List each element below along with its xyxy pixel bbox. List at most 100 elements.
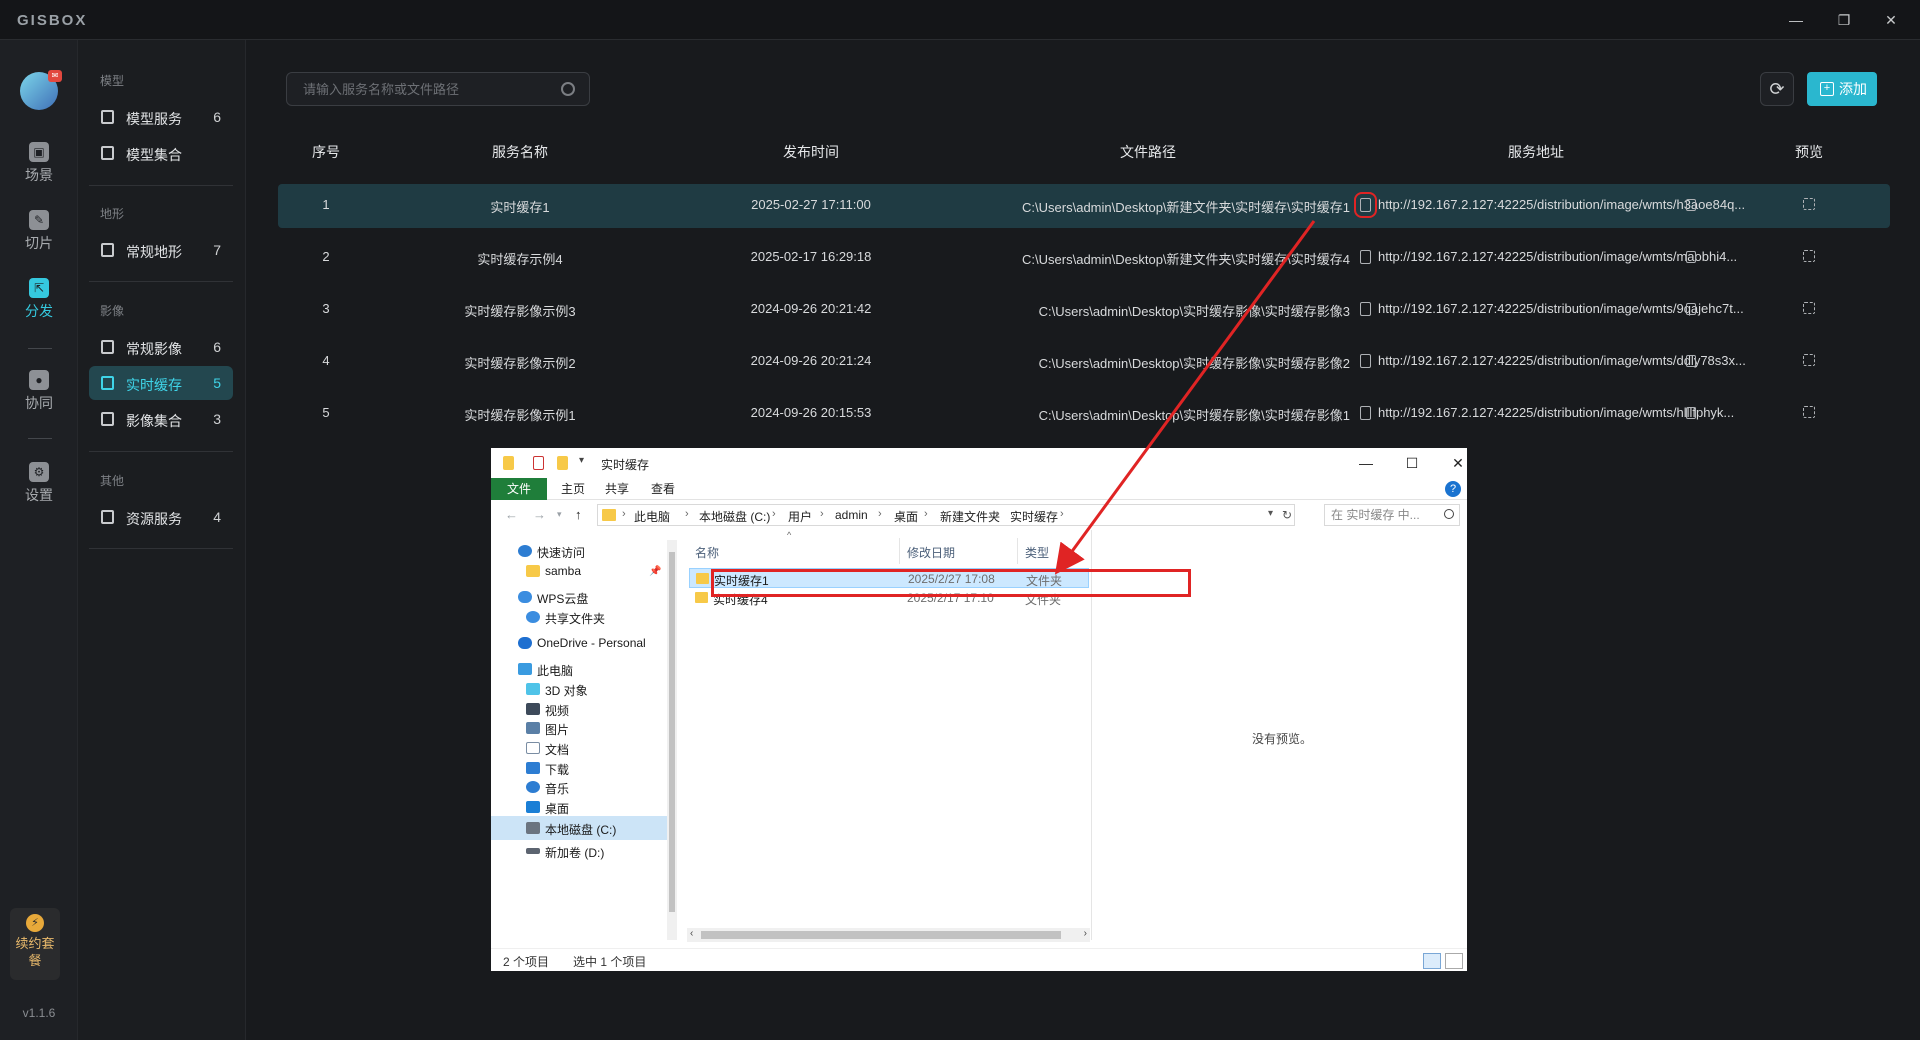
- help-icon[interactable]: ?: [1445, 481, 1461, 497]
- nav-distribute[interactable]: ⇱ 分发: [0, 278, 78, 321]
- table-row[interactable]: 5 实时缓存影像示例1 2024-09-26 20:15:53 C:\Users…: [278, 392, 1890, 436]
- nav-slice[interactable]: ✎ 切片: [0, 210, 78, 253]
- scrollbar-thumb[interactable]: [701, 931, 1061, 939]
- nav-scene[interactable]: ▣ 场景: [0, 142, 78, 185]
- refresh-button[interactable]: ⟳: [1760, 72, 1794, 106]
- nav-documents[interactable]: 文档: [526, 741, 569, 758]
- address-dropdown-icon[interactable]: ▾: [1268, 508, 1273, 519]
- sidebar-item-count: 6: [213, 339, 221, 355]
- chevron-down-icon[interactable]: ▾: [579, 455, 584, 466]
- nav-downloads[interactable]: 下载: [526, 761, 569, 778]
- column-divider[interactable]: [899, 538, 900, 564]
- breadcrumb-new-folder[interactable]: 新建文件夹: [940, 508, 1000, 525]
- explorer-maximize-button[interactable]: ☐: [1397, 452, 1427, 474]
- preview-icon[interactable]: [1803, 406, 1815, 418]
- scrollbar-thumb[interactable]: [669, 552, 675, 912]
- notification-icon[interactable]: ✉: [48, 70, 62, 82]
- nav-label: 视频: [545, 704, 570, 718]
- sidebar-item-realtime-cache[interactable]: 实时缓存 5: [89, 366, 233, 400]
- sidebar-item-imagery[interactable]: 常规影像 6: [89, 330, 233, 364]
- tab-home[interactable]: 主页: [553, 478, 593, 500]
- tab-share[interactable]: 共享: [597, 478, 637, 500]
- preview-icon[interactable]: [1803, 198, 1815, 210]
- recent-chevron-icon[interactable]: ▾: [557, 509, 562, 520]
- nav-music[interactable]: 音乐: [526, 780, 569, 797]
- column-divider[interactable]: [1017, 538, 1018, 564]
- breadcrumb-desktop[interactable]: 桌面: [894, 508, 918, 525]
- sidebar-item-imagery-collection[interactable]: 影像集合 3: [89, 402, 233, 436]
- search-icon[interactable]: [561, 82, 575, 96]
- back-arrow-icon[interactable]: ←: [505, 507, 518, 522]
- renew-plan-button[interactable]: ⚡ 续约套餐: [10, 908, 60, 980]
- open-folder-icon[interactable]: [1360, 302, 1371, 316]
- scroll-right-icon[interactable]: ›: [1084, 928, 1087, 939]
- minimize-button[interactable]: —: [1782, 6, 1810, 34]
- nav-desktop[interactable]: 桌面: [526, 800, 569, 817]
- address-bar[interactable]: › 此电脑 › 本地磁盘 (C:) › 用户 › admin › 桌面 › 新建…: [597, 504, 1295, 526]
- col-header-date[interactable]: 修改日期: [907, 544, 955, 561]
- open-folder-icon[interactable]: [1354, 192, 1377, 218]
- nav-drive-c[interactable]: 本地磁盘 (C:): [491, 816, 667, 840]
- copy-icon[interactable]: [1686, 355, 1696, 367]
- open-folder-icon[interactable]: [1360, 250, 1371, 264]
- new-folder-icon[interactable]: [557, 456, 568, 470]
- properties-icon[interactable]: [533, 456, 544, 470]
- nav-samba[interactable]: samba: [526, 564, 581, 578]
- table-row[interactable]: 4 实时缓存影像示例2 2024-09-26 20:21:24 C:\Users…: [278, 340, 1890, 384]
- tab-file[interactable]: 文件: [491, 478, 547, 500]
- details-view-icon[interactable]: [1423, 953, 1441, 969]
- app-version: v1.1.6: [22, 1006, 56, 1020]
- search-input[interactable]: [287, 73, 547, 105]
- nav-pictures[interactable]: 图片: [526, 721, 569, 738]
- sidebar-item-model-collection[interactable]: 模型集合: [89, 136, 233, 170]
- nav-quick-access[interactable]: 快速访问: [518, 544, 585, 561]
- breadcrumb-this-pc[interactable]: 此电脑: [634, 508, 670, 525]
- copy-icon[interactable]: [1686, 407, 1696, 419]
- copy-icon[interactable]: [1686, 199, 1696, 211]
- nav-onedrive[interactable]: OneDrive - Personal: [518, 636, 646, 650]
- large-icons-view-icon[interactable]: [1445, 953, 1463, 969]
- add-button[interactable]: + 添加: [1807, 72, 1877, 106]
- search-icon[interactable]: [1444, 509, 1454, 519]
- col-header-name[interactable]: 名称: [695, 544, 719, 561]
- preview-icon[interactable]: [1803, 250, 1815, 262]
- table-row[interactable]: 3 实时缓存影像示例3 2024-09-26 20:21:42 C:\Users…: [278, 288, 1890, 332]
- table-row[interactable]: 1 实时缓存1 2025-02-27 17:11:00 C:\Users\adm…: [278, 184, 1890, 228]
- nav-3d-objects[interactable]: 3D 对象: [526, 682, 588, 699]
- nav-videos[interactable]: 视频: [526, 702, 570, 719]
- nav-wps-cloud[interactable]: WPS云盘: [518, 590, 588, 607]
- col-header-type[interactable]: 类型: [1025, 544, 1049, 561]
- copy-icon[interactable]: [1686, 303, 1696, 315]
- nav-settings[interactable]: ⚙ 设置: [0, 462, 78, 505]
- nav-collaborate[interactable]: ● 协同: [0, 370, 78, 413]
- table-row[interactable]: 2 实时缓存示例4 2025-02-17 16:29:18 C:\Users\a…: [278, 236, 1890, 280]
- pin-icon[interactable]: 📌: [649, 566, 661, 577]
- explorer-close-button[interactable]: ✕: [1443, 452, 1473, 474]
- nav-shared-folder[interactable]: 共享文件夹: [526, 610, 605, 627]
- preview-icon[interactable]: [1803, 302, 1815, 314]
- sidebar-item-resource-service[interactable]: 资源服务 4: [89, 500, 233, 534]
- horizontal-scrollbar[interactable]: ‹ ›: [687, 928, 1090, 942]
- explorer-search-input[interactable]: [1325, 505, 1439, 525]
- preview-icon[interactable]: [1803, 354, 1815, 366]
- close-button[interactable]: ✕: [1877, 6, 1905, 34]
- nav-drive-d[interactable]: 新加卷 (D:): [526, 844, 604, 861]
- tab-view[interactable]: 查看: [643, 478, 683, 500]
- sidebar-item-model-service[interactable]: 模型服务 6: [89, 100, 233, 134]
- restore-button[interactable]: ❐: [1830, 6, 1858, 34]
- up-arrow-icon[interactable]: ↑: [575, 507, 582, 522]
- copy-icon[interactable]: [1686, 251, 1696, 263]
- open-folder-icon[interactable]: [1360, 406, 1371, 420]
- nav-this-pc[interactable]: 此电脑: [518, 662, 573, 679]
- explorer-minimize-button[interactable]: —: [1351, 452, 1381, 474]
- refresh-icon[interactable]: ↻: [1282, 508, 1292, 522]
- open-folder-icon[interactable]: [1360, 354, 1371, 368]
- scroll-left-icon[interactable]: ‹: [690, 928, 693, 939]
- forward-arrow-icon[interactable]: →: [533, 507, 546, 522]
- nav-scrollbar[interactable]: [667, 540, 677, 940]
- sidebar-item-terrain[interactable]: 常规地形 7: [89, 233, 233, 267]
- breadcrumb-realtime-cache[interactable]: 实时缓存: [1010, 508, 1058, 525]
- breadcrumb-drive-c[interactable]: 本地磁盘 (C:): [699, 508, 770, 525]
- breadcrumb-users[interactable]: 用户: [788, 508, 812, 525]
- breadcrumb-admin[interactable]: admin: [835, 508, 868, 522]
